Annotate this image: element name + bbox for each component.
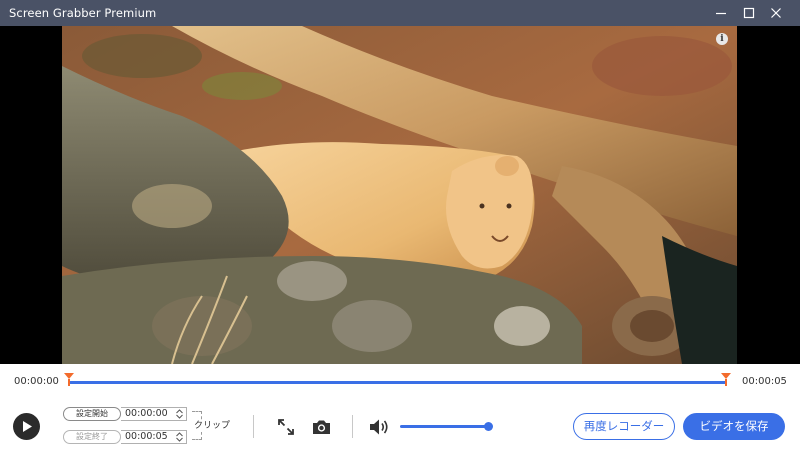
maximize-icon <box>743 7 755 19</box>
minimize-icon <box>716 12 726 15</box>
close-button[interactable] <box>761 0 791 26</box>
clip-end-handle-stem <box>725 379 727 386</box>
clip-start-row: 設定開始 00:00:00 <box>63 407 187 421</box>
save-video-button[interactable]: ビデオを保存 <box>683 413 785 440</box>
timeline-end-time: 00:00:05 <box>742 376 787 387</box>
start-time-input[interactable]: 00:00:00 <box>121 407 187 421</box>
play-icon <box>22 421 32 432</box>
camera-icon <box>313 420 330 434</box>
rerecord-button[interactable]: 再度レコーダー <box>573 413 675 440</box>
volume-button[interactable] <box>369 417 391 436</box>
snapshot-button[interactable] <box>312 418 331 436</box>
start-time-value: 00:00:00 <box>125 408 168 419</box>
minimize-button[interactable] <box>706 0 736 26</box>
maximize-button[interactable] <box>734 0 764 26</box>
end-time-input[interactable]: 00:00:05 <box>121 430 187 444</box>
volume-icon <box>370 419 388 434</box>
video-preview[interactable] <box>62 26 737 364</box>
fullscreen-button[interactable] <box>277 418 295 436</box>
divider <box>253 415 254 438</box>
video-area <box>0 26 800 364</box>
spinner-icon[interactable] <box>176 409 183 419</box>
play-button[interactable] <box>13 413 40 440</box>
title-bar: Screen Grabber Premium <box>0 0 800 26</box>
volume-slider-knob[interactable] <box>484 422 493 431</box>
info-icon[interactable]: i <box>716 33 728 45</box>
video-frame-image <box>62 26 737 364</box>
expand-icon <box>278 419 294 435</box>
window-title: Screen Grabber Premium <box>9 6 157 20</box>
timeline-track[interactable] <box>69 381 727 384</box>
end-time-value: 00:00:05 <box>125 431 168 442</box>
clip-end-row: 設定終了 00:00:05 <box>63 430 187 444</box>
close-icon <box>771 8 781 18</box>
divider <box>352 415 353 438</box>
set-end-button[interactable]: 設定終了 <box>63 430 121 444</box>
set-start-button[interactable]: 設定開始 <box>63 407 121 421</box>
clip-start-handle-stem <box>68 379 70 386</box>
volume-slider-track[interactable] <box>400 425 489 428</box>
timeline-start-time: 00:00:00 <box>14 376 59 387</box>
spinner-icon[interactable] <box>176 432 183 442</box>
clip-label: クリップ <box>194 421 232 432</box>
app-window: Screen Grabber Premium i 00:00:00 00:00:… <box>0 0 800 456</box>
